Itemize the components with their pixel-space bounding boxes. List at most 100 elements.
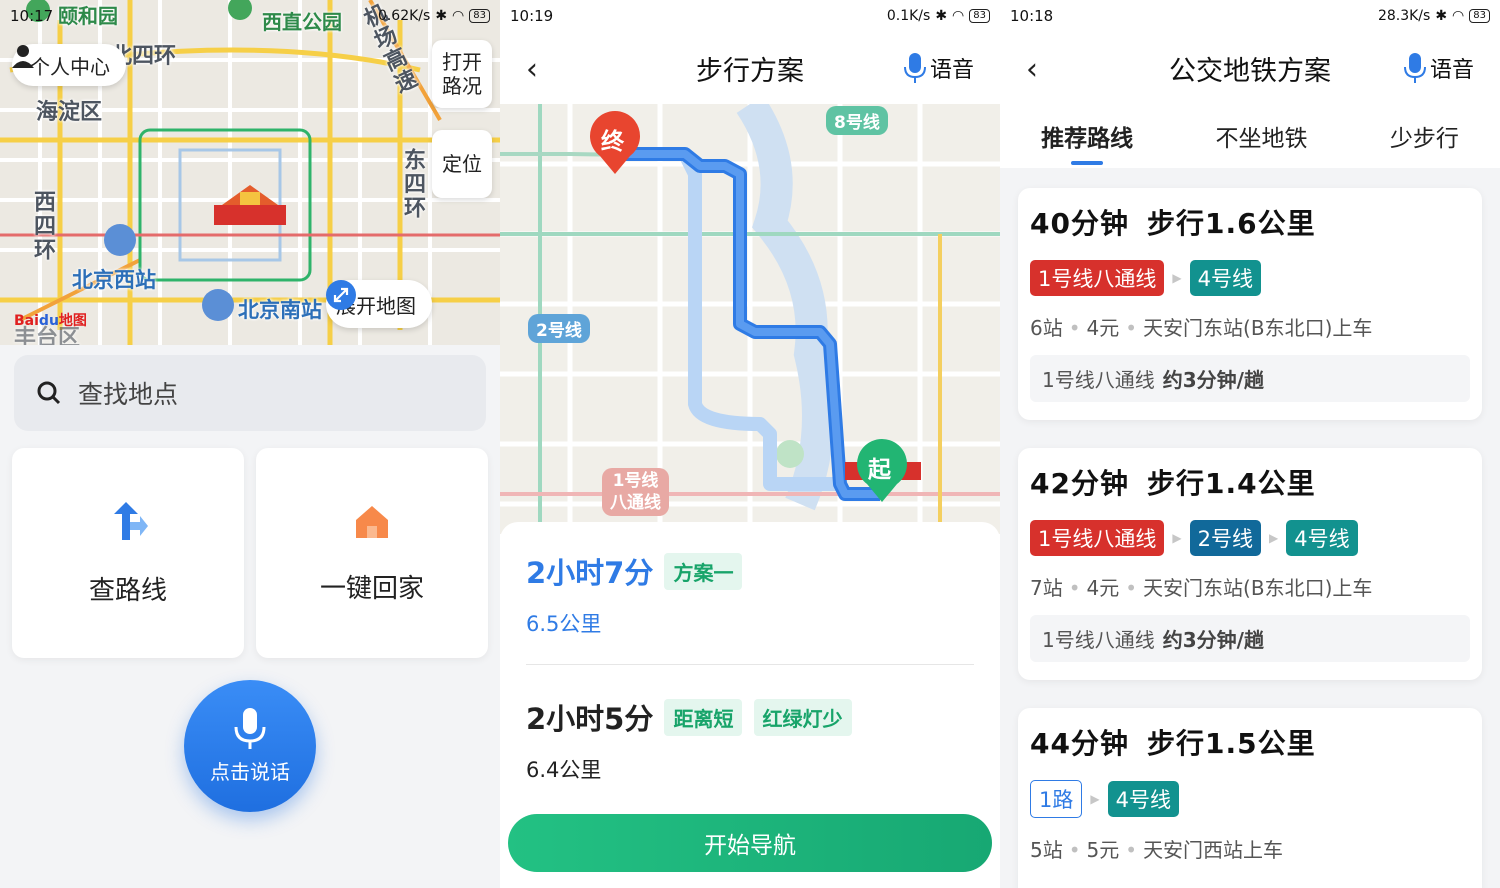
route-tile-label: 查路线 [88,575,167,606]
wifi-icon: ◠ [1452,8,1465,24]
plan-summary: 44分钟 步行1.5公里 [1030,722,1470,762]
plan-summary: 40分钟 步行1.6公里 [1030,202,1470,242]
bluetooth-icon: ✱ [435,8,448,24]
walking-plans-panel: 2小时7分 方案一 6.5公里 2小时5分 距离短 红绿灯少 6.4公里 开始导… [500,522,1000,888]
chevron-right-icon: ▶ [1172,271,1182,285]
status-bar: 10:17 0.62K/s ✱ ◠ 83 [0,0,500,32]
battery-icon: 83 [469,9,490,23]
back-button[interactable]: ‹ [1026,52,1038,87]
battery-icon: 83 [969,9,990,23]
plan-duration: 2小时5分 [526,702,654,736]
network-speed: 0.62K/s [377,8,431,24]
plan-meta: 6站 • 4元 • 天安门东站(B东北口)上车 [1030,316,1373,340]
personal-center-button[interactable]: 个人中心 [12,44,126,86]
go-home-tile[interactable]: 一键回家 [256,448,488,658]
plan-duration: 44分钟 [1030,727,1129,760]
page-title: 步行方案 [696,55,804,87]
search-placeholder: 查找地点 [78,380,179,409]
network-speed: 0.1K/s [886,8,931,24]
plan-meta: 7站 • 4元 • 天安门东站(B东北口)上车 [1030,576,1373,600]
route-line-tag: 1号线八通线 [1030,520,1165,556]
locate-label: 定位 [442,152,482,176]
chevron-right-icon: ▶ [1090,792,1100,806]
plan-tag: 距离短 [664,698,743,736]
status-time: 10:17 [10,7,54,25]
page-title: 公交地铁方案 [1169,55,1331,87]
microphone-icon [234,707,266,749]
route-line-tag: 4号线 [1107,781,1179,817]
traffic-label: 打开路况 [442,50,482,98]
transit-plan-card[interactable]: 44分钟 步行1.5公里 1路 ▶ 4号线 5站 • 5元 • 天安门西站上车 [1018,708,1482,888]
bluetooth-icon: ✱ [935,8,948,24]
status-bar: 10:18 28.3K/s ✱ ◠ 83 [1000,0,1500,32]
transit-plan-card[interactable]: 42分钟 步行1.4公里 1号线八通线 ▶ 2号线 ▶ 4号线 7站 • 4元 • 天安门… [1018,448,1482,680]
locate-button[interactable]: 定位 [432,130,492,198]
page-header: ‹ 步行方案 语音 [500,32,1000,104]
plan-walk-distance: 步行1.4公里 [1146,467,1316,500]
wifi-icon: ◠ [452,8,465,24]
tab-less-walking[interactable]: 少步行 [1384,119,1465,153]
traffic-toggle-button[interactable]: 打开路况 [432,40,492,108]
bluetooth-icon: ✱ [1435,8,1448,24]
start-navigation-button[interactable]: 开始导航 [508,814,992,872]
plan-walk-distance: 步行1.5公里 [1146,727,1316,760]
plan-walk-distance: 步行1.6公里 [1146,207,1316,240]
tab-recommended[interactable]: 推荐路线 [1035,119,1139,165]
route-line-tag: 4号线 [1189,260,1261,296]
microphone-icon [903,53,926,83]
chevron-right-icon: ▶ [1268,531,1279,545]
end-pin-label: 终 [601,129,624,155]
plan-duration: 2小时7分 [526,556,654,590]
user-icon [12,45,34,68]
line-8-tag: 8号线 [826,106,888,135]
status-time: 10:18 [1010,7,1054,25]
overview-map[interactable]: 颐和园 西直公园 北四环 海淀区 机场高速 东四环 西四环 北京西站 北京南站 … [0,0,500,345]
route-tile[interactable]: 查路线 [12,448,244,658]
route-line-tag: 4号线 [1286,520,1358,556]
transit-plan-screen: 10:18 28.3K/s ✱ ◠ 83 ‹ 公交地铁方案 语音 推荐路线 不坐… [1000,0,1500,888]
tab-no-subway[interactable]: 不坐地铁 [1209,119,1313,153]
plan-option-1[interactable]: 2小时7分 方案一 6.5公里 [526,550,743,638]
voice-label: 语音 [929,58,974,83]
back-button[interactable]: ‹ [526,52,538,87]
network-speed: 28.3K/s [1377,8,1431,24]
voice-button[interactable]: 语音 [1403,52,1474,84]
map-label-haidian: 海淀区 [36,100,103,125]
walking-plan-screen: 10:19 0.1K/s ✱ ◠ 83 ‹ 步行方案 语音 8号线 2号线 1号… [500,0,1000,888]
page-header: ‹ 公交地铁方案 语音 [1000,32,1500,104]
search-icon [37,381,61,405]
route-lines: 1号线八通线 ▶ 4号线 [1030,260,1470,296]
map-label-beijing-south: 北京南站 [238,298,322,322]
battery-icon: 83 [1469,9,1490,23]
go-home-label: 一键回家 [319,573,424,604]
status-bar: 10:19 0.1K/s ✱ ◠ 83 [500,0,1000,32]
plan-distance: 6.5公里 [526,612,602,636]
expand-map-button[interactable]: 展开地图 [326,280,432,328]
route-line-tag: 1号线八通线 [1030,260,1165,296]
plan-duration: 42分钟 [1030,467,1129,500]
route-lines: 1号线八通线 ▶ 2号线 ▶ 4号线 [1030,520,1470,556]
route-line-tag: 2号线 [1189,520,1261,556]
start-pin-label: 起 [868,457,891,483]
walking-route-map[interactable]: 8号线 2号线 1号线 八通线 终 起 [500,104,1000,534]
line-1-tag: 1号线 八通线 [602,468,669,516]
frequency-info: 1号线八通线 约3分钟/趟 [1030,615,1470,662]
home-icon [356,505,388,538]
screens: 颐和园 西直公园 北四环 海淀区 机场高速 东四环 西四环 北京西站 北京南站 … [0,0,1500,888]
baidu-logo: Baidu地图 [14,313,87,329]
plan-tag: 方案一 [664,552,743,590]
chevron-right-icon: ▶ [1172,531,1182,545]
plan-tag: 红绿灯少 [753,698,852,736]
plan-distance: 6.4公里 [526,758,602,782]
route-tabs: 推荐路线 不坐地铁 少步行 [1000,104,1500,168]
plan-option-2[interactable]: 2小时5分 距离短 红绿灯少 6.4公里 [526,696,852,784]
map-label-beijing-west: 北京西站 [72,268,156,292]
voice-input-button[interactable]: 点击说话 [184,680,316,812]
voice-button[interactable]: 语音 [903,52,974,84]
transit-plan-card[interactable]: 40分钟 步行1.6公里 1号线八通线 ▶ 4号线 6站 • 4元 • 天安门东站(B东北… [1018,188,1482,420]
search-input[interactable]: 查找地点 [14,355,486,431]
status-time: 10:19 [510,7,554,25]
wifi-icon: ◠ [952,8,965,24]
line-2-tag: 2号线 [528,314,590,343]
plan-meta: 5站 • 5元 • 天安门西站上车 [1030,838,1284,862]
